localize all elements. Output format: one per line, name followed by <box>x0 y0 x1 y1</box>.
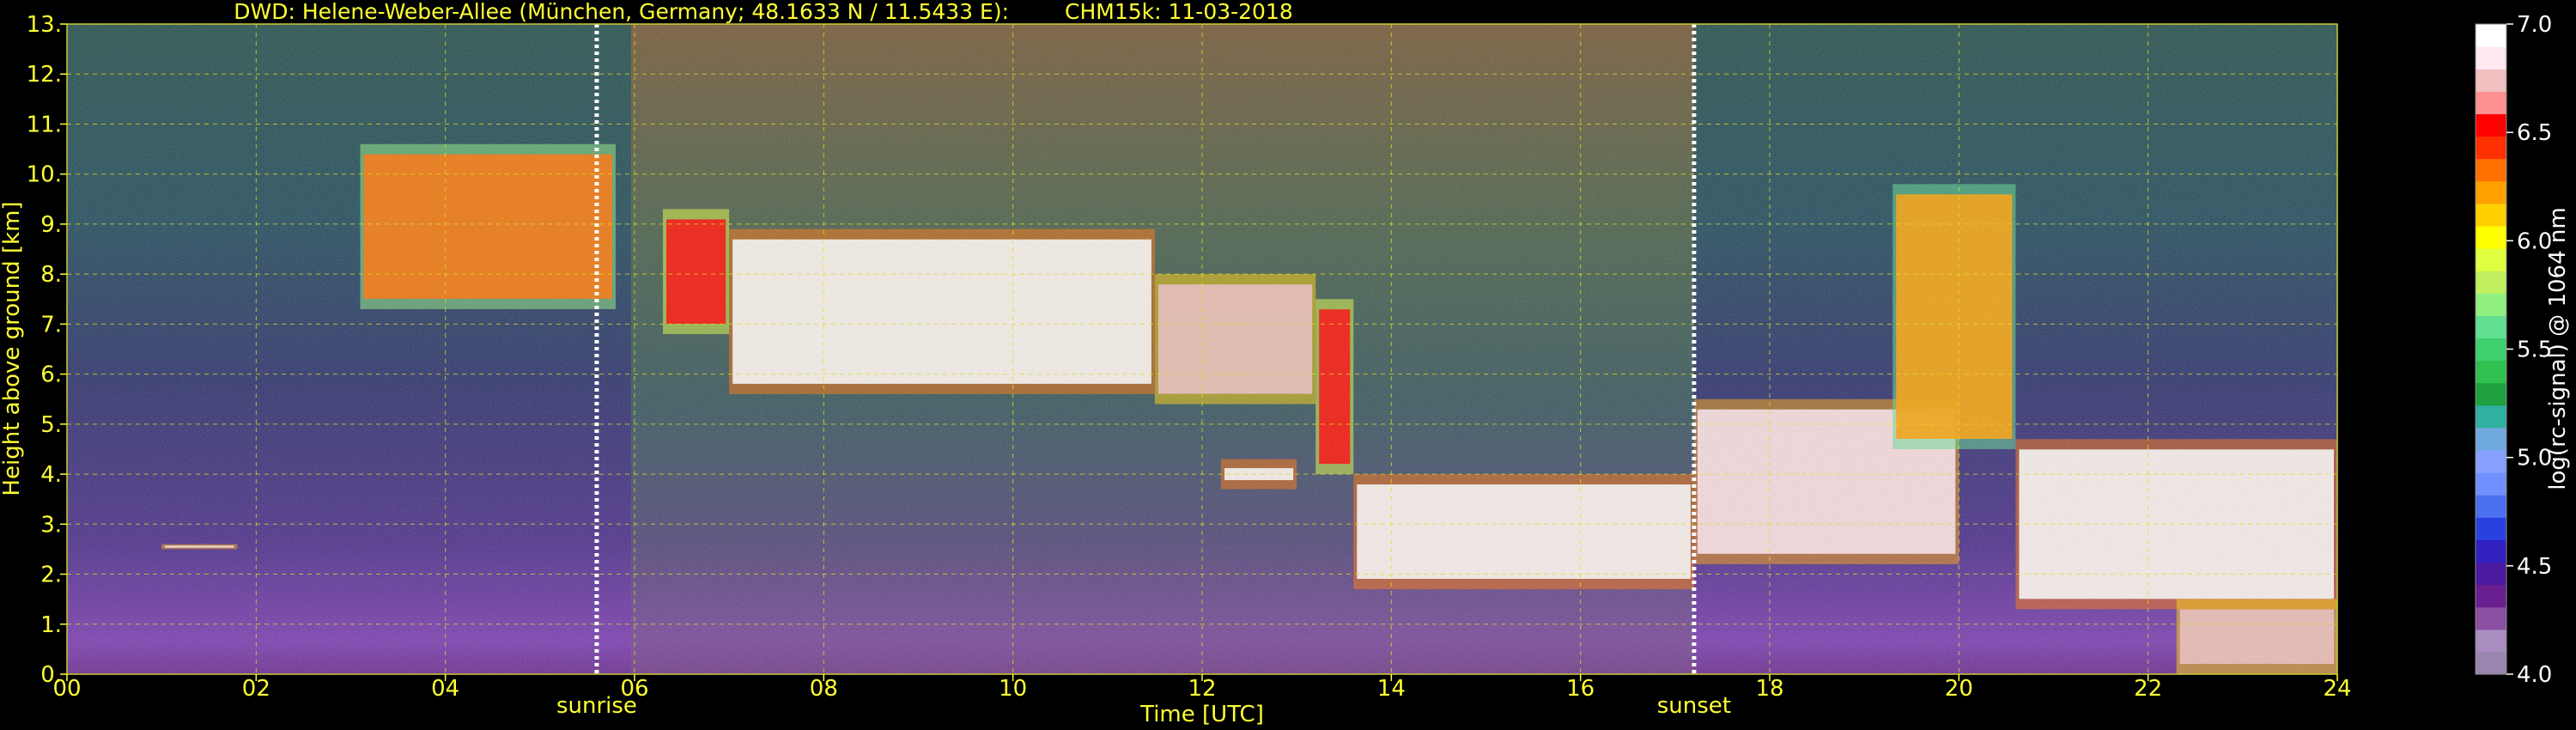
colorbar-tick-label: 6.5 <box>2517 120 2552 146</box>
y-tick-label: 9. <box>40 212 62 238</box>
colorbar-swatch <box>2476 91 2506 115</box>
colorbar-tick-label: 4.0 <box>2517 662 2552 688</box>
colorbar-swatch <box>2476 180 2506 204</box>
ceilometer-chart: 00 02 04 06 08 10 12 14 16 18 20 22 24 0.1.2.3.4.5.6… <box>0 0 2571 727</box>
x-tick-label: 08 <box>810 676 838 702</box>
y-tick-label: 8. <box>40 262 62 288</box>
colorbar-swatch <box>2476 113 2506 137</box>
x-tick-label: 24 <box>2323 676 2351 702</box>
colorbar-swatch <box>2476 203 2506 227</box>
y-axis-label: Height above ground [km] <box>0 201 25 496</box>
colorbar-swatch <box>2476 24 2506 47</box>
colorbar-swatch <box>2476 449 2506 473</box>
y-tick-label: 10. <box>27 162 62 188</box>
colorbar: 4.04.55.05.56.06.57.0 log(rc-signal) @ 1… <box>2475 12 2571 688</box>
chart-title-right: CHM15k: 11-03-2018 <box>1065 0 1293 24</box>
y-tick-label: 0. <box>40 662 62 688</box>
colorbar-swatch <box>2476 629 2506 653</box>
colorbar-swatch <box>2476 427 2506 451</box>
colorbar-swatch <box>2476 584 2506 608</box>
plot-area <box>66 23 2338 675</box>
y-tick-label: 12. <box>27 62 62 88</box>
chart-title-left: DWD: Helene-Weber-Allee (München, German… <box>234 0 1009 24</box>
x-tick-label: 12 <box>1188 676 1216 702</box>
x-tick-label: 16 <box>1566 676 1595 702</box>
y-tick-label: 4. <box>40 462 62 488</box>
x-axis-ticks: 00 02 04 06 08 10 12 14 16 18 20 22 24 <box>52 674 2352 702</box>
colorbar-swatch <box>2476 517 2506 540</box>
x-tick-label: 10 <box>999 676 1027 702</box>
x-tick-label: 04 <box>431 676 459 702</box>
colorbar-swatch <box>2476 495 2506 518</box>
colorbar-swatch <box>2476 136 2506 160</box>
colorbar-tick-label: 7.0 <box>2517 12 2552 38</box>
y-tick-label: 1. <box>40 612 62 638</box>
y-tick-label: 7. <box>40 312 62 338</box>
colorbar-swatch <box>2476 46 2506 70</box>
colorbar-swatch <box>2476 315 2506 339</box>
y-tick-label: 11. <box>27 112 62 137</box>
y-tick-label: 6. <box>40 362 62 388</box>
colorbar-swatch <box>2476 248 2506 271</box>
x-tick-label: 14 <box>1377 676 1406 702</box>
y-tick-label: 3. <box>40 512 62 538</box>
x-tick-label: 22 <box>2134 676 2162 702</box>
x-tick-label: 20 <box>1945 676 1973 702</box>
colorbar-swatch <box>2476 382 2506 406</box>
x-tick-label: 18 <box>1755 676 1783 702</box>
colorbar-swatch <box>2476 338 2506 362</box>
colorbar-swatch <box>2476 606 2506 630</box>
colorbar-tick-label: 4.5 <box>2517 554 2552 580</box>
colorbar-swatch <box>2476 69 2506 92</box>
x-axis-label: Time [UTC] <box>1139 702 1264 727</box>
y-tick-label: 13. <box>27 12 62 38</box>
colorbar-swatch <box>2476 225 2506 249</box>
y-tick-label: 5. <box>40 412 62 438</box>
colorbar-label: log(rc-signal) @ 1064 nm <box>2545 207 2571 490</box>
y-axis-ticks: 0. 1. 2. 3. 4. 5. 6. 7. 8. 9. 10. 11. 12. 13. <box>27 12 67 688</box>
colorbar-swatch <box>2476 562 2506 586</box>
colorbar-swatch <box>2476 271 2506 294</box>
colorbar-swatch <box>2476 360 2506 384</box>
event-label-sunset: sunset <box>1657 693 1731 719</box>
colorbar-swatch <box>2476 472 2506 496</box>
colorbar-swatch <box>2476 405 2506 429</box>
x-tick-label: 02 <box>242 676 270 702</box>
colorbar-swatch <box>2476 539 2506 563</box>
colorbar-swatch <box>2476 293 2506 316</box>
colorbar-swatches <box>2476 24 2506 675</box>
y-tick-label: 2. <box>40 563 62 588</box>
event-label-sunrise: sunrise <box>556 693 637 719</box>
colorbar-swatch <box>2476 651 2506 675</box>
colorbar-swatch <box>2476 158 2506 182</box>
